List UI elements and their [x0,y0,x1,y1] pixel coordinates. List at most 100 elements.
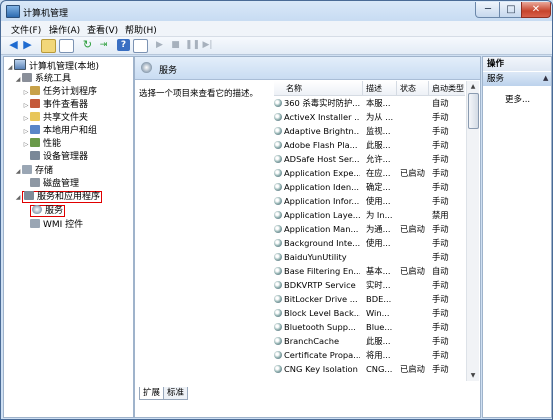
column-header-description[interactable]: 描述 [366,83,382,94]
service-name: BranchCache [284,336,340,346]
service-row[interactable]: 360 杀毒实时防护... 本服... 自动 [274,96,465,110]
service-name: BaiduYunUtility [284,252,347,262]
menu-help[interactable]: 帮助(H) [125,23,157,36]
expand-icon[interactable]: ▷ [22,138,30,151]
performance-icon [30,138,40,147]
expand-icon[interactable]: ▷ [22,99,30,112]
section-arrow-icon[interactable]: ▲ [543,74,548,82]
forward-icon[interactable]: ▶ [21,39,34,51]
service-row[interactable]: Background Inte... 使用... 手动 [274,236,465,250]
service-row[interactable]: Application Iden... 确定... 手动 [274,180,465,194]
toolbar: ◀ ▶ ↻ ⇥ ? ▶ ■ ❚❚ ▶| [1,37,552,55]
column-separator[interactable] [428,81,429,95]
service-row[interactable]: Application Laye... 为 In... 禁用 [274,208,465,222]
gear-service-icon [274,295,282,303]
service-row[interactable]: CNG Key Isolation CNG... 已启动 手动 [274,362,465,376]
more-actions-link[interactable]: 更多... [505,93,530,105]
column-header-name[interactable]: 名称 [286,83,302,94]
tab-standard[interactable]: 标准 [163,387,189,400]
back-icon[interactable]: ◀ [7,39,20,51]
show-hide-tree-icon[interactable] [59,39,74,53]
tree-storage[interactable]: ◢ 存储 [14,165,53,178]
service-name: Application Laye... [284,210,360,220]
service-row[interactable]: ActiveX Installer ... 为从 ... 手动 [274,110,465,124]
service-row[interactable]: Bluetooth Supp... Blue... 手动 [274,320,465,334]
properties-icon[interactable] [133,39,148,53]
disk-icon [30,178,40,187]
refresh-icon[interactable]: ↻ [81,39,94,51]
service-row[interactable]: Adobe Flash Pla... 此服... 手动 [274,138,465,152]
service-row[interactable]: ADSafe Host Ser... 允许... 手动 [274,152,465,166]
tree-root[interactable]: ◢ 计算机管理(本地) [6,59,99,72]
menu-file[interactable]: 文件(F) [11,23,41,36]
service-row[interactable]: Certificate Propa... 将用... 手动 [274,348,465,362]
column-header-status[interactable]: 状态 [400,83,416,94]
service-description-cell: 使用... [366,238,391,248]
service-row[interactable]: Application Expe... 在应... 已启动 手动 [274,166,465,180]
service-row[interactable]: BitLocker Drive ... BDE... 手动 [274,292,465,306]
tree-event-viewer[interactable]: ▷ 事件查看器 [22,99,88,112]
service-row[interactable]: Application Man... 为通... 已启动 手动 [274,222,465,236]
tree-device-manager[interactable]: 设备管理器 [30,151,88,164]
service-row[interactable]: BranchCache 此服... 手动 [274,334,465,348]
pause-icon[interactable]: ❚❚ [185,39,200,51]
tree-local-users[interactable]: ▷ 本地用户和组 [22,125,97,138]
export-icon[interactable]: ⇥ [97,39,110,51]
minimize-button[interactable]: ─ [475,2,501,18]
services-icon [32,205,42,214]
collapse-icon[interactable]: ◢ [6,61,14,74]
service-row[interactable]: Block Level Back... Win... 手动 [274,306,465,320]
tab-extended[interactable]: 扩展 [139,387,165,400]
service-row[interactable]: BDKVRTP Service 实时... 手动 [274,278,465,292]
service-startup-cell: 手动 [432,322,449,332]
expand-icon[interactable]: ▷ [22,125,30,138]
service-description-cell: Blue... [366,322,393,332]
users-icon [30,125,40,134]
start-icon[interactable]: ▶ [153,39,166,51]
help-icon[interactable]: ? [117,39,130,51]
scroll-down-icon[interactable]: ▼ [467,370,479,381]
pane-title: 服务 [159,66,178,76]
gear-service-icon [274,323,282,331]
menu-view[interactable]: 查看(V) [87,23,118,36]
column-separator[interactable] [362,81,363,95]
close-button[interactable]: ✕ [521,2,551,18]
expand-icon[interactable]: ▷ [22,86,30,99]
gear-service-icon [274,239,282,247]
scroll-thumb[interactable] [468,93,479,129]
service-row[interactable]: BaiduYunUtility 手动 [274,250,465,264]
computer-icon [14,59,26,70]
title-bar[interactable]: 计算机管理 ─ □ ✕ [1,1,552,21]
stop-icon[interactable]: ■ [169,39,182,51]
tree-performance[interactable]: ▷ 性能 [22,138,61,151]
collapse-icon[interactable]: ◢ [14,191,22,204]
service-row[interactable]: Application Infor... 使用... 手动 [274,194,465,208]
column-header-startup-type[interactable]: 启动类型 [432,83,464,94]
service-name: Adaptive Brightn... [284,126,360,136]
collapse-icon[interactable]: ◢ [14,165,22,178]
service-startup-cell: 手动 [432,112,449,122]
actions-section-services[interactable]: 服务 [483,72,551,86]
tree-disk-management[interactable]: 磁盘管理 [30,178,79,191]
maximize-button[interactable]: □ [499,2,523,18]
highlight-box: 服务和应用程序 [22,191,103,203]
up-folder-icon[interactable] [41,39,56,53]
service-description-cell: 将用... [366,350,391,360]
service-row[interactable]: Base Filtering En... 基本... 已启动 自动 [274,264,465,278]
service-name: Application Expe... [284,168,360,178]
tree-wmi[interactable]: WMI 控件 [30,219,83,232]
expand-icon[interactable]: ▷ [22,112,30,125]
tree-services-apps[interactable]: ◢ 服务和应用程序 [14,191,103,204]
column-separator[interactable] [396,81,397,95]
service-description-cell: 基本... [366,266,391,276]
restart-icon[interactable]: ▶| [201,39,214,51]
collapse-icon[interactable]: ◢ [14,73,22,86]
vertical-scrollbar[interactable]: ▲ ▼ [466,81,479,381]
tree-task-scheduler[interactable]: ▷ 任务计划程序 [22,86,97,99]
scroll-up-icon[interactable]: ▲ [467,81,479,92]
service-row[interactable]: Adaptive Brightn... 监视... 手动 [274,124,465,138]
tree-services[interactable]: 服务 [30,205,66,218]
menu-action[interactable]: 操作(A) [49,23,80,36]
tree-system-tools[interactable]: ◢ 系统工具 [14,73,71,86]
tree-shared-folders[interactable]: ▷ 共享文件夹 [22,112,88,125]
